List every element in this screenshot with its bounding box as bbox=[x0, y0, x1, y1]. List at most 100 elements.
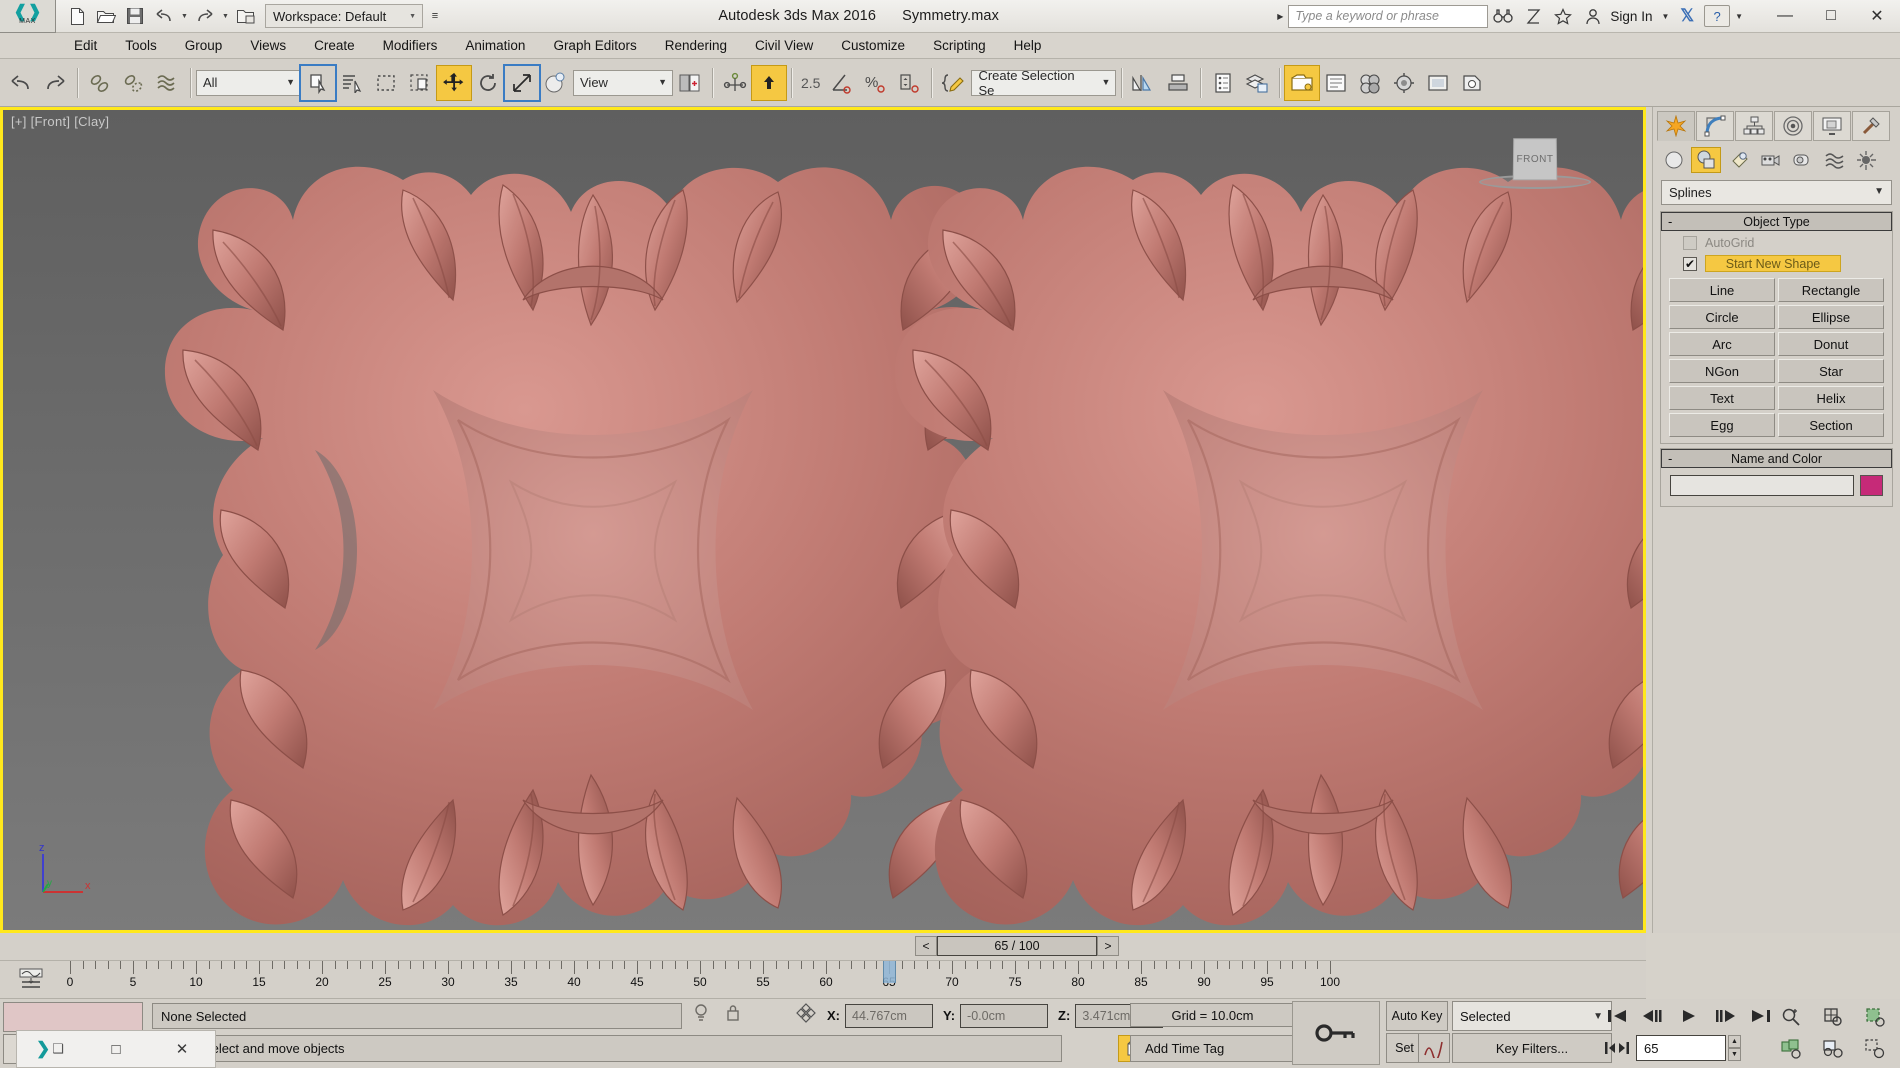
redo-icon[interactable] bbox=[192, 4, 218, 28]
search-input[interactable]: Type a keyword or phrase bbox=[1288, 4, 1489, 28]
exchange-apps-icon[interactable]: 𝕏 bbox=[1674, 6, 1700, 26]
start-new-shape-row[interactable]: ✔ Start New Shape bbox=[1661, 250, 1892, 272]
next-frame-icon[interactable] bbox=[1708, 1002, 1742, 1030]
mirror-icon[interactable] bbox=[1127, 66, 1161, 100]
object-category-combo[interactable]: Splines ▼ bbox=[1661, 180, 1892, 205]
modify-tab[interactable] bbox=[1696, 111, 1734, 141]
motion-tab[interactable] bbox=[1774, 111, 1812, 141]
donut-button[interactable]: Donut bbox=[1778, 332, 1884, 356]
lights-subtab[interactable] bbox=[1723, 147, 1753, 173]
utilities-tab[interactable] bbox=[1852, 111, 1890, 141]
infocenter-expand-icon[interactable]: ▶ bbox=[1272, 12, 1288, 21]
subscription-center-icon[interactable] bbox=[1518, 3, 1548, 29]
maxscript-mini-listener-pink[interactable] bbox=[3, 1002, 143, 1032]
next-frame-button[interactable]: > bbox=[1097, 936, 1119, 956]
selection-lock-toggle-icon[interactable] bbox=[722, 1003, 744, 1028]
shapes-subtab[interactable] bbox=[1691, 147, 1721, 173]
arc-button[interactable]: Arc bbox=[1669, 332, 1775, 356]
project-folder-icon[interactable] bbox=[233, 4, 259, 28]
undo-toolbar-icon[interactable] bbox=[4, 66, 38, 100]
material-editor-icon[interactable] bbox=[1353, 66, 1387, 100]
select-and-manipulate-icon[interactable] bbox=[718, 66, 752, 100]
geometry-subtab[interactable] bbox=[1659, 147, 1689, 173]
ngon-button[interactable]: NGon bbox=[1669, 359, 1775, 383]
unlink-selection-icon[interactable] bbox=[117, 66, 151, 100]
cameras-subtab[interactable] bbox=[1755, 147, 1785, 173]
frame-spinner[interactable]: ▲ ▼ bbox=[1728, 1035, 1741, 1061]
time-slider[interactable]: < 65 / 100 > bbox=[915, 936, 1119, 956]
zoom-region-icon[interactable] bbox=[1854, 1033, 1896, 1065]
select-by-name-icon[interactable] bbox=[335, 66, 369, 100]
object-type-rollout-header[interactable]: - Object Type bbox=[1661, 212, 1892, 231]
schematic-view-icon[interactable] bbox=[1319, 66, 1353, 100]
section-button[interactable]: Section bbox=[1778, 413, 1884, 437]
object-name-input[interactable] bbox=[1670, 475, 1854, 496]
search-binoculars-icon[interactable] bbox=[1488, 3, 1518, 29]
undo-dropdown-icon[interactable]: ▼ bbox=[180, 13, 189, 20]
start-new-shape-button[interactable]: Start New Shape bbox=[1705, 255, 1841, 272]
maximize-button[interactable]: □ bbox=[1808, 0, 1854, 32]
bind-to-space-warp-icon[interactable] bbox=[151, 66, 185, 100]
redo-dropdown-icon[interactable]: ▼ bbox=[221, 13, 230, 20]
helix-button[interactable]: Helix bbox=[1778, 386, 1884, 410]
zoom-extents-icon[interactable] bbox=[1854, 1001, 1896, 1033]
space-warps-subtab[interactable] bbox=[1819, 147, 1849, 173]
parameter-curve-out-of-range-button[interactable] bbox=[1418, 1033, 1450, 1063]
menu-item-help[interactable]: Help bbox=[1000, 33, 1056, 58]
new-file-icon[interactable] bbox=[64, 4, 90, 28]
select-and-move-icon[interactable] bbox=[436, 64, 472, 101]
restore-icon[interactable]: ❑ bbox=[52, 1041, 64, 1057]
menu-item-views[interactable]: Views bbox=[236, 33, 300, 58]
text-button[interactable]: Text bbox=[1669, 386, 1775, 410]
help-button[interactable]: ? bbox=[1704, 5, 1731, 27]
set-key-toggle-button[interactable] bbox=[1292, 1001, 1380, 1065]
auto-key-button[interactable]: Auto Key bbox=[1386, 1001, 1448, 1031]
align-icon[interactable] bbox=[1161, 66, 1195, 100]
snaps-toggle-icon[interactable] bbox=[751, 64, 787, 101]
zoom-all-icon[interactable] bbox=[1812, 1001, 1854, 1033]
named-selection-set-combo[interactable]: Create Selection Se ▼ bbox=[971, 68, 1117, 98]
popup-close-icon[interactable]: ✕ bbox=[149, 1040, 215, 1058]
redo-toolbar-icon[interactable] bbox=[38, 66, 72, 100]
line-button[interactable]: Line bbox=[1669, 278, 1775, 302]
reference-coordinate-system-combo[interactable]: View ▼ bbox=[573, 69, 673, 96]
egg-button[interactable]: Egg bbox=[1669, 413, 1775, 437]
frame-spinner-down-icon[interactable]: ▼ bbox=[1728, 1048, 1741, 1061]
previous-frame-button[interactable]: < bbox=[915, 936, 937, 956]
menu-item-customize[interactable]: Customize bbox=[827, 33, 919, 58]
collapse-icon[interactable]: - bbox=[1668, 214, 1672, 229]
key-mode-toggle-icon[interactable] bbox=[1600, 1034, 1634, 1062]
close-button[interactable]: ✕ bbox=[1854, 0, 1900, 32]
absolute-relative-transform-icon[interactable] bbox=[795, 1003, 817, 1028]
menu-item-group[interactable]: Group bbox=[171, 33, 237, 58]
menu-item-tools[interactable]: Tools bbox=[111, 33, 171, 58]
current-frame-field[interactable]: 65 bbox=[1636, 1035, 1726, 1061]
systems-subtab[interactable] bbox=[1851, 147, 1881, 173]
display-tab[interactable] bbox=[1813, 111, 1851, 141]
open-file-icon[interactable] bbox=[93, 4, 119, 28]
rectangular-selection-region-icon[interactable] bbox=[369, 66, 403, 100]
sign-in-label[interactable]: Sign In bbox=[1608, 9, 1656, 24]
go-to-start-icon[interactable] bbox=[1600, 1002, 1634, 1030]
render-setup-icon[interactable] bbox=[1387, 66, 1421, 100]
start-new-shape-checkbox[interactable]: ✔ bbox=[1683, 256, 1697, 271]
y-coordinate-field[interactable]: -0.0cm bbox=[960, 1003, 1049, 1028]
workspace-menu-icon[interactable]: ≡ bbox=[425, 4, 445, 28]
manage-layers-icon[interactable] bbox=[1240, 66, 1274, 100]
window-thumbnail-popup[interactable]: ❯ ❑ □ ✕ bbox=[16, 1030, 216, 1068]
application-menu-button[interactable]: ❰❱ MAX bbox=[0, 0, 56, 33]
key-mode-combo[interactable]: Selected ▼ bbox=[1452, 1001, 1612, 1031]
name-and-color-rollout-header[interactable]: - Name and Color bbox=[1661, 449, 1892, 468]
menu-item-civil-view[interactable]: Civil View bbox=[741, 33, 827, 58]
helpers-subtab[interactable] bbox=[1787, 147, 1817, 173]
viewport-canvas[interactable]: [+] [Front] [Clay] FRONT z x y bbox=[3, 110, 1643, 930]
collapse-icon[interactable]: - bbox=[1668, 451, 1672, 466]
x-coordinate-field[interactable]: 44.767cm bbox=[845, 1003, 933, 1028]
sign-in-chevron-down-icon[interactable]: ▼ bbox=[1656, 12, 1674, 21]
select-and-link-icon[interactable] bbox=[83, 66, 117, 100]
select-and-place-icon[interactable] bbox=[539, 66, 573, 100]
workspace-selector[interactable]: Workspace: Default ▼ bbox=[265, 4, 423, 28]
autogrid-checkbox[interactable] bbox=[1683, 236, 1697, 250]
field-of-view-icon[interactable] bbox=[1812, 1033, 1854, 1065]
angle-snap-toggle-icon[interactable] bbox=[824, 66, 858, 100]
